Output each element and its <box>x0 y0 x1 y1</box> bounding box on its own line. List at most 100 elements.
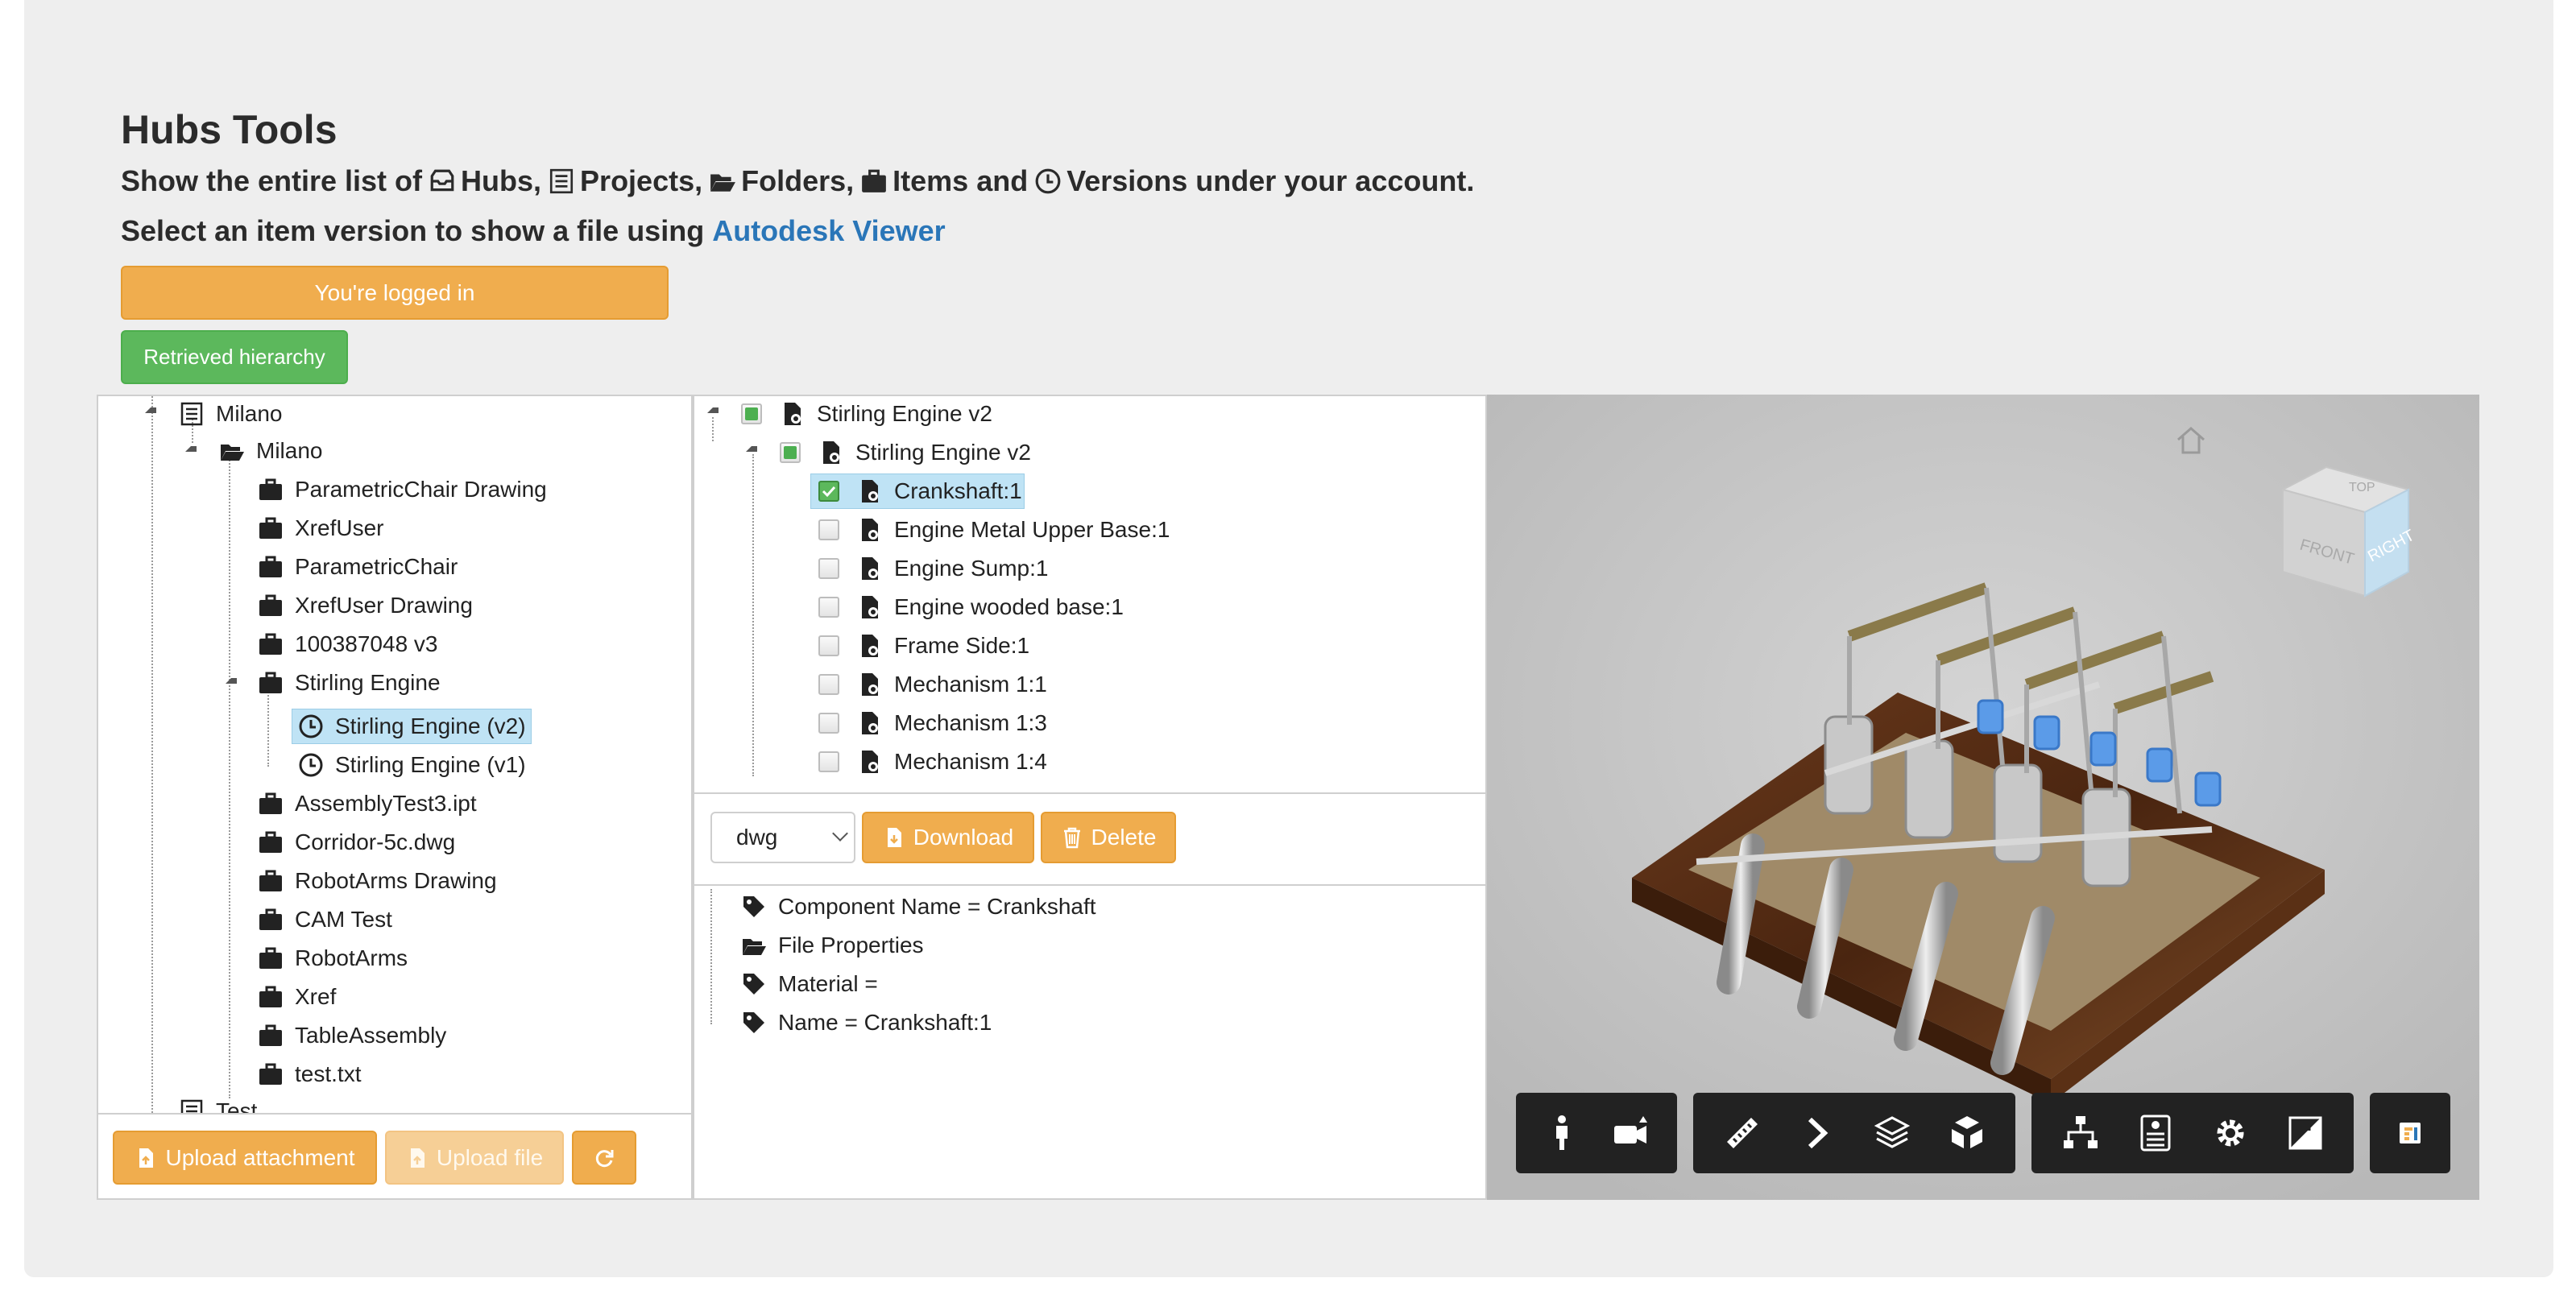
expand-arrow-icon[interactable] <box>226 678 237 684</box>
tree-version[interactable]: Stirling Engine (v1) <box>298 747 526 783</box>
component-icon <box>862 712 878 734</box>
folder-open-icon <box>743 939 766 955</box>
component-icon <box>862 480 878 502</box>
tree-item-stirling-engine[interactable]: Stirling Engine <box>258 665 441 701</box>
tag-icon <box>743 1012 764 1033</box>
component-row[interactable]: Mechanism 1:3 <box>818 705 1047 741</box>
tag-icon <box>743 974 764 995</box>
expand-arrow-icon[interactable] <box>185 446 197 452</box>
property-row[interactable]: Name = Crankshaft:1 <box>741 1005 992 1040</box>
trash-icon <box>1063 827 1080 849</box>
component-child[interactable]: Stirling Engine v2 <box>780 435 1031 470</box>
tree-item[interactable]: CAM Test <box>258 902 392 937</box>
camera-icon[interactable] <box>1599 1101 1663 1165</box>
fullscreen-icon[interactable] <box>2273 1101 2338 1165</box>
component-row[interactable]: Engine Metal Upper Base:1 <box>818 512 1170 548</box>
settings-icon[interactable] <box>2198 1101 2263 1165</box>
toolbar-navigation <box>1516 1093 1677 1173</box>
model-canvas[interactable]: TOP FRONT RIGHT <box>1487 395 2479 1200</box>
page-title: Hubs Tools <box>121 107 338 152</box>
tree-item[interactable]: test.txt <box>258 1057 361 1092</box>
briefcase-icon <box>259 792 282 814</box>
tree-item[interactable]: ParametricChair Drawing <box>258 472 547 507</box>
autodesk-viewer[interactable]: TOP FRONT RIGHT <box>1487 395 2479 1200</box>
tree-item[interactable]: ParametricChair <box>258 549 458 585</box>
refresh-button[interactable] <box>572 1131 636 1185</box>
walk-icon[interactable] <box>1530 1101 1594 1165</box>
component-row[interactable]: Engine Sump:1 <box>818 551 1048 586</box>
delete-button[interactable]: Delete <box>1041 812 1176 863</box>
checkbox[interactable] <box>818 713 839 734</box>
tree-guide <box>712 417 714 441</box>
explode-icon[interactable] <box>1935 1101 1999 1165</box>
checkbox[interactable] <box>818 635 839 656</box>
briefcase-icon <box>259 672 282 693</box>
format-select[interactable]: dwg <box>710 812 855 863</box>
briefcase-icon <box>259 517 282 539</box>
tree-item[interactable]: XrefUser Drawing <box>258 588 473 623</box>
checkbox-partial[interactable] <box>741 403 762 424</box>
briefcase-icon <box>259 908 282 930</box>
expand-arrow-icon[interactable] <box>145 407 156 413</box>
folder-open-icon <box>710 174 736 192</box>
tree-item[interactable]: RobotArms Drawing <box>258 863 497 899</box>
retrieved-hierarchy-button[interactable]: Retrieved hierarchy <box>121 330 348 384</box>
component-icon <box>862 673 878 696</box>
clock-icon <box>1035 168 1061 194</box>
upload-file-button[interactable]: Upload file <box>385 1131 564 1185</box>
component-row[interactable]: Mechanism 1:1 <box>818 667 1047 702</box>
briefcase-icon <box>259 594 282 616</box>
tree-item[interactable]: Xref <box>258 979 336 1015</box>
tree-item[interactable]: AssemblyTest3.ipt <box>258 786 477 821</box>
expand-arrow-icon[interactable] <box>707 407 719 413</box>
expand-arrow-icon[interactable] <box>746 446 757 452</box>
component-icon <box>862 596 878 618</box>
checkbox-checked[interactable] <box>818 481 839 502</box>
viewcube-top-label: TOP <box>2349 481 2375 494</box>
component-icon <box>862 557 878 580</box>
toolbar-extensions <box>2370 1093 2450 1173</box>
property-row[interactable]: Component Name = Crankshaft <box>741 889 1096 924</box>
view-cube[interactable]: TOP FRONT RIGHT <box>2280 465 2417 598</box>
tree-item[interactable]: RobotArms <box>258 941 408 976</box>
clock-icon <box>299 753 323 777</box>
component-row[interactable]: Frame Side:1 <box>818 628 1029 664</box>
download-button[interactable]: Download <box>862 812 1034 863</box>
measure-icon[interactable] <box>1710 1101 1775 1165</box>
component-row-selected[interactable]: Crankshaft:1 <box>818 474 1022 509</box>
model-browser-icon[interactable] <box>2048 1101 2113 1165</box>
tree-folder-milano[interactable]: Milano <box>219 433 322 469</box>
checkbox[interactable] <box>818 597 839 618</box>
tree-version-selected[interactable]: Stirling Engine (v2) <box>298 709 526 744</box>
checkbox[interactable] <box>818 751 839 772</box>
autodesk-viewer-link[interactable]: Autodesk Viewer <box>712 214 945 248</box>
component-root[interactable]: Stirling Engine v2 <box>741 396 992 432</box>
project-list-icon <box>549 168 574 194</box>
upload-attachment-button[interactable]: Upload attachment <box>113 1131 377 1185</box>
layers-icon[interactable] <box>1860 1101 1924 1165</box>
upload-attachment-icon <box>139 1148 154 1168</box>
checkbox[interactable] <box>818 519 839 540</box>
clock-icon <box>299 714 323 738</box>
upload-file-icon <box>410 1148 425 1168</box>
tree-item[interactable]: 100387048 v3 <box>258 627 438 662</box>
toolbar-settings <box>2031 1093 2354 1173</box>
properties-icon[interactable] <box>2123 1101 2188 1165</box>
property-group[interactable]: File Properties <box>741 928 924 963</box>
briefcase-icon <box>259 947 282 969</box>
briefcase-icon <box>862 169 887 192</box>
logged-in-button[interactable]: You're logged in <box>121 266 669 320</box>
tree-item[interactable]: Corridor-5c.dwg <box>258 825 455 860</box>
checkbox[interactable] <box>818 558 839 579</box>
checkbox[interactable] <box>818 674 839 695</box>
tree-item[interactable]: TableAssembly <box>258 1018 446 1053</box>
component-row[interactable]: Mechanism 1:4 <box>818 744 1047 780</box>
property-row[interactable]: Material = <box>741 966 878 1002</box>
tree-project-milano[interactable]: Milano <box>179 396 282 432</box>
section-icon[interactable] <box>1785 1101 1849 1165</box>
extension-icon[interactable] <box>2381 1101 2439 1165</box>
tree-item[interactable]: XrefUser <box>258 511 383 546</box>
briefcase-icon <box>259 478 282 500</box>
component-row[interactable]: Engine wooded base:1 <box>818 589 1124 625</box>
checkbox-partial[interactable] <box>780 442 801 463</box>
